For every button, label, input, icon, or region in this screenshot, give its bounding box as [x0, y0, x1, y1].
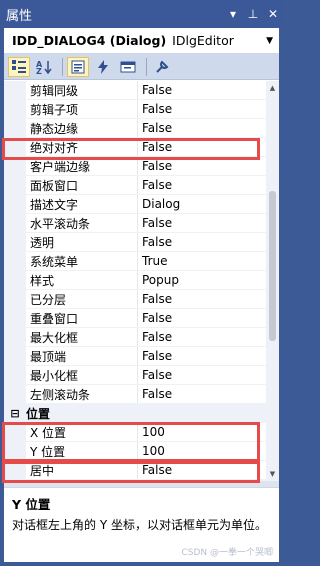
property-name: 剪辑子项: [26, 100, 138, 118]
property-value[interactable]: False: [138, 100, 266, 118]
property-value[interactable]: 100: [138, 423, 266, 441]
property-name: 剪辑同级: [26, 81, 138, 99]
property-value[interactable]: False: [138, 347, 266, 365]
property-row-absolute-align[interactable]: 绝对对齐 False: [4, 138, 266, 157]
property-value[interactable]: False: [138, 309, 266, 327]
property-name: 最大化框: [26, 328, 138, 346]
property-name: 样式: [26, 271, 138, 289]
property-row-control-parent[interactable]: 面板窗口 False: [4, 176, 266, 195]
property-value[interactable]: Dialog: [138, 195, 266, 213]
property-row-caption[interactable]: 描述文字 Dialog: [4, 195, 266, 214]
property-name: 最小化框: [26, 366, 138, 384]
dropdown-icon[interactable]: ▾: [223, 7, 243, 21]
watermark: CSDN @一拳一个哭唧: [181, 548, 273, 558]
property-name: 面板窗口: [26, 176, 138, 194]
property-value[interactable]: False: [138, 233, 266, 251]
property-name: 水平滚动条: [26, 214, 138, 232]
description-pane: Y 位置 对话框左上角的 Y 坐标，以对话框单元为单位。 CSDN @一拳一个哭…: [4, 487, 279, 562]
property-name: 绝对对齐: [26, 138, 138, 156]
property-row-maximize-box[interactable]: 最大化框 False: [4, 328, 266, 347]
alphabetical-icon[interactable]: AZ: [33, 57, 55, 77]
property-name: 静态边缘: [26, 119, 138, 137]
property-row-center[interactable]: 居中 False: [4, 461, 266, 480]
property-row-x-position[interactable]: X 位置 100: [4, 423, 266, 442]
property-value[interactable]: False: [138, 214, 266, 232]
chevron-down-icon[interactable]: ▼: [266, 36, 273, 46]
object-type: IDlgEditor: [172, 33, 234, 48]
property-row-left-scrollbar[interactable]: 左侧滚动条 False: [4, 385, 266, 404]
property-name: X 位置: [26, 423, 138, 441]
property-row-y-position[interactable]: Y 位置 100: [4, 442, 266, 461]
description-title: Y 位置: [12, 497, 51, 512]
property-name: 最顶端: [26, 347, 138, 365]
property-value[interactable]: 100: [138, 442, 266, 460]
property-value[interactable]: False: [138, 176, 266, 194]
property-row-overlapped-window[interactable]: 重叠窗口 False: [4, 309, 266, 328]
category-position[interactable]: ⊟ 位置: [4, 404, 266, 423]
property-name: 已分层: [26, 290, 138, 308]
property-row-static-edge[interactable]: 静态边缘 False: [4, 119, 266, 138]
property-row-clip-children[interactable]: 剪辑子项 False: [4, 100, 266, 119]
property-name: Y 位置: [26, 442, 138, 460]
property-row-client-edge[interactable]: 客户端边缘 False: [4, 157, 266, 176]
property-row-horizontal-scrollbar[interactable]: 水平滚动条 False: [4, 214, 266, 233]
title-bar: 属性 ▾ ⊥ ✕: [0, 0, 283, 28]
window-title: 属性: [6, 8, 33, 24]
property-value[interactable]: False: [138, 385, 266, 403]
close-icon[interactable]: ✕: [263, 7, 283, 21]
scroll-up-icon[interactable]: ▲: [266, 81, 279, 95]
property-value[interactable]: False: [138, 366, 266, 384]
object-selector[interactable]: IDD_DIALOG4 (Dialog) IDlgEditor ▼: [4, 28, 279, 54]
events-icon[interactable]: [92, 57, 114, 77]
property-value[interactable]: False: [138, 461, 266, 479]
category-label: 位置: [26, 407, 51, 421]
property-value[interactable]: False: [138, 157, 266, 175]
property-value[interactable]: False: [138, 328, 266, 346]
scroll-thumb[interactable]: [269, 191, 276, 341]
properties-panel: IDD_DIALOG4 (Dialog) IDlgEditor ▼ AZ 剪辑同…: [4, 28, 279, 562]
property-name: 重叠窗口: [26, 309, 138, 327]
property-name: 描述文字: [26, 195, 138, 213]
object-name: IDD_DIALOG4 (Dialog): [12, 33, 167, 48]
property-name: 系统菜单: [26, 252, 138, 270]
toolbar: AZ: [4, 54, 279, 80]
messages-icon[interactable]: [117, 57, 139, 77]
property-value[interactable]: True: [138, 252, 266, 270]
property-value[interactable]: False: [138, 81, 266, 99]
property-row-minimize-box[interactable]: 最小化框 False: [4, 366, 266, 385]
description-text: 对话框左上角的 Y 坐标，以对话框单元为单位。: [12, 518, 267, 532]
vertical-scrollbar[interactable]: ▲ ▼: [266, 81, 279, 481]
toolbar-separator: [146, 57, 147, 76]
property-row-system-menu[interactable]: 系统菜单 True: [4, 252, 266, 271]
svg-text:Z: Z: [36, 67, 42, 75]
property-value[interactable]: Popup: [138, 271, 266, 289]
property-name: 透明: [26, 233, 138, 251]
property-grid: 剪辑同级 False 剪辑子项 False 静态边缘 False 绝对对齐 False …: [4, 81, 266, 481]
property-value[interactable]: False: [138, 119, 266, 137]
property-value[interactable]: False: [138, 290, 266, 308]
overrides-icon[interactable]: [151, 57, 173, 77]
collapse-icon[interactable]: ⊟: [8, 407, 22, 421]
property-row-style[interactable]: 样式 Popup: [4, 271, 266, 290]
property-name: 客户端边缘: [26, 157, 138, 175]
pin-icon[interactable]: ⊥: [243, 7, 263, 21]
property-name: 左侧滚动条: [26, 385, 138, 403]
property-row-topmost[interactable]: 最顶端 False: [4, 347, 266, 366]
toolbar-separator: [62, 57, 63, 76]
categorized-icon[interactable]: [8, 56, 30, 77]
property-row-layered[interactable]: 已分层 False: [4, 290, 266, 309]
property-row-transparent[interactable]: 透明 False: [4, 233, 266, 252]
scroll-down-icon[interactable]: ▼: [266, 467, 279, 481]
property-name: 居中: [26, 461, 138, 479]
property-value[interactable]: False: [138, 138, 266, 156]
property-row-clip-siblings[interactable]: 剪辑同级 False: [4, 81, 266, 100]
properties-icon[interactable]: [67, 56, 89, 77]
